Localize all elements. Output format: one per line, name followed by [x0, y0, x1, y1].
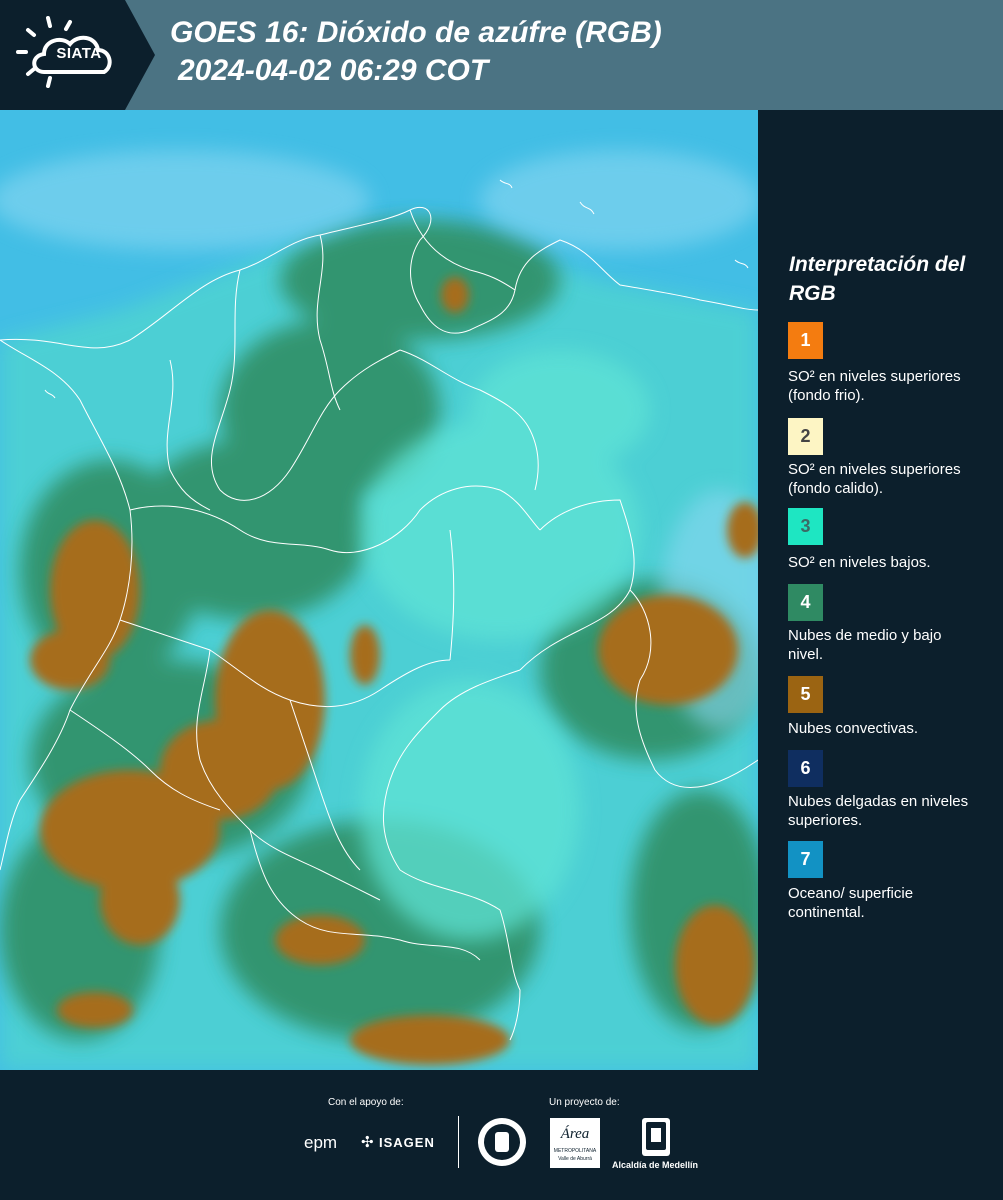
isagen-logo: ISAGEN [379, 1135, 435, 1150]
legend-desc-4: Nubes de medio y bajo nivel. [788, 627, 942, 663]
legend-desc-2: SO² en niveles superiores (fondo calido)… [788, 461, 961, 497]
legend-desc-7: Oceano/ superficie continental. [788, 885, 914, 921]
legend-num-2: 2 [800, 426, 811, 446]
page-title: GOES 16: Dióxido de azúfre (RGB) [170, 16, 662, 49]
siata-logo: SIATA [0, 0, 155, 110]
legend-panel: Interpretación del RGB 1 SO² en niveles … [758, 110, 1003, 1070]
map-canvas [0, 110, 758, 1070]
project-label: Un proyecto de: [549, 1097, 620, 1108]
seal-icon [478, 1118, 526, 1166]
area-logo-sub2: Valle de Aburrá [558, 1156, 592, 1162]
epm-logo: epm [304, 1133, 338, 1152]
area-logo-title: Área [560, 1126, 590, 1142]
legend-num-1: 1 [800, 330, 811, 350]
legend-num-3: 3 [800, 516, 811, 536]
legend-swatch-1: 1 [788, 322, 823, 359]
legend-desc-5: Nubes convectivas. [788, 720, 919, 737]
footer-divider [458, 1116, 459, 1168]
page-subtitle: 2024-04-02 06:29 COT [178, 54, 489, 87]
alcaldia-shield-icon [642, 1118, 670, 1156]
alcaldia-text: Alcaldía de Medellín [612, 1160, 699, 1170]
legend-title: Interpretación del RGB [789, 253, 966, 305]
legend-desc-3: SO² en niveles bajos. [788, 554, 931, 571]
legend-swatch-6: 6 [788, 750, 823, 787]
area-logo-sub: METROPOLITANA [553, 1148, 597, 1154]
legend-num-6: 6 [800, 758, 811, 778]
legend-swatch-2: 2 [788, 418, 823, 455]
satellite-map [0, 110, 758, 1070]
support-label: Con el apoyo de: [328, 1097, 404, 1108]
legend-swatch-7: 7 [788, 841, 823, 878]
legend-swatch-4: 4 [788, 584, 823, 621]
area-metropolitana-logo: Área METROPOLITANA Valle de Aburrá [550, 1118, 600, 1168]
footer: Con el apoyo de: Un proyecto de: epm ✣ I… [0, 1070, 1003, 1200]
legend-num-7: 7 [800, 849, 811, 869]
legend-num-4: 4 [800, 592, 811, 612]
legend-swatch-5: 5 [788, 676, 823, 713]
header-bar: SIATA GOES 16: Dióxido de azúfre (RGB) 2… [0, 0, 1003, 110]
logo-text: SIATA [56, 45, 102, 62]
legend-swatch-3: 3 [788, 508, 823, 545]
legend-desc-1: SO² en niveles superiores (fondo frio). [788, 368, 961, 404]
isagen-mark-icon: ✣ [361, 1134, 374, 1151]
legend-desc-6: Nubes delgadas en niveles superiores. [788, 793, 969, 829]
legend-num-5: 5 [800, 684, 811, 704]
